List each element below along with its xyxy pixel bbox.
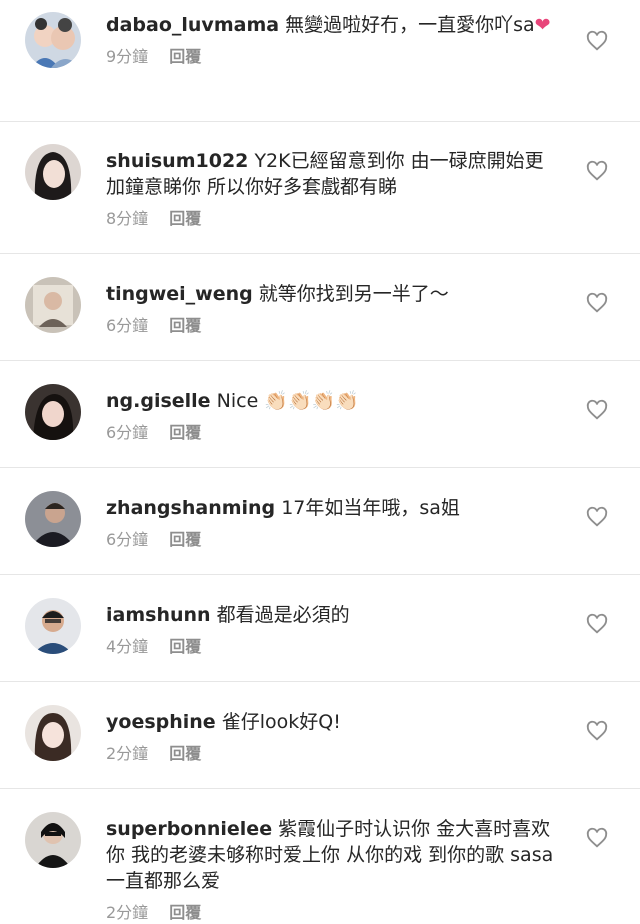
reply-button[interactable]: 回覆: [169, 47, 201, 66]
heart-outline-icon[interactable]: [586, 160, 608, 182]
comment-item: tingwei_weng 就等你找到另一半了～ 6分鐘 回覆: [0, 254, 640, 361]
comment-item: yoesphine 雀仔look好Q! 2分鐘 回覆: [0, 682, 640, 789]
avatar[interactable]: [25, 144, 81, 200]
comment-item: iamshunn 都看過是必須的 4分鐘 回覆: [0, 575, 640, 682]
comment-meta: 6分鐘 回覆: [106, 422, 562, 444]
heart-outline-icon[interactable]: [586, 720, 608, 742]
avatar[interactable]: [25, 491, 81, 547]
comment-time: 8分鐘: [106, 209, 149, 228]
comment-item: zhangshanming 17年如当年哦，sa姐 6分鐘 回覆: [0, 468, 640, 575]
comment-list: dabao_luvmama 無變過啦好冇，一直愛你吖sa❤ 9分鐘 回覆 shu…: [0, 0, 640, 922]
reply-button[interactable]: 回覆: [169, 423, 201, 442]
comment-meta: 4分鐘 回覆: [106, 636, 562, 658]
heart-emoji: ❤: [534, 14, 551, 36]
heart-outline-icon[interactable]: [586, 506, 608, 528]
comment-text: Nice 👏🏻👏🏻👏🏻👏🏻: [216, 390, 359, 412]
comment-username[interactable]: shuisum1022: [106, 150, 248, 172]
comment-body: ng.giselle Nice 👏🏻👏🏻👏🏻👏🏻 6分鐘 回覆: [106, 388, 562, 444]
comment-body: tingwei_weng 就等你找到另一半了～ 6分鐘 回覆: [106, 281, 562, 337]
comment-time: 6分鐘: [106, 316, 149, 335]
comment-item: dabao_luvmama 無變過啦好冇，一直愛你吖sa❤ 9分鐘 回覆: [0, 0, 640, 122]
avatar[interactable]: [25, 277, 81, 333]
comment-text: 就等你找到另一半了～: [258, 283, 449, 305]
comment-username[interactable]: ng.giselle: [106, 390, 211, 412]
comment-item: ng.giselle Nice 👏🏻👏🏻👏🏻👏🏻 6分鐘 回覆: [0, 361, 640, 468]
comment-time: 6分鐘: [106, 423, 149, 442]
comment-username[interactable]: superbonnielee: [106, 818, 272, 840]
comment-time: 4分鐘: [106, 637, 149, 656]
comment-item: shuisum1022 Y2K已經留意到你 由一碌庶開始更加鐘意睇你 所以你好多…: [0, 122, 640, 254]
comment-text: 雀仔look好Q!: [221, 711, 341, 733]
comment-time: 6分鐘: [106, 530, 149, 549]
comment-meta: 6分鐘 回覆: [106, 315, 562, 337]
comment-body: dabao_luvmama 無變過啦好冇，一直愛你吖sa❤ 9分鐘 回覆: [106, 12, 562, 68]
comment-body: zhangshanming 17年如当年哦，sa姐 6分鐘 回覆: [106, 495, 562, 551]
avatar[interactable]: [25, 384, 81, 440]
comment-meta: 9分鐘 回覆: [106, 46, 562, 68]
heart-outline-icon[interactable]: [586, 613, 608, 635]
comment-meta: 2分鐘 回覆: [106, 743, 562, 765]
comment-username[interactable]: yoesphine: [106, 711, 216, 733]
heart-outline-icon[interactable]: [586, 827, 608, 849]
avatar[interactable]: [25, 812, 81, 868]
reply-button[interactable]: 回覆: [169, 637, 201, 656]
reply-button[interactable]: 回覆: [169, 209, 201, 228]
avatar[interactable]: [25, 598, 81, 654]
comment-username[interactable]: dabao_luvmama: [106, 14, 279, 36]
reply-button[interactable]: 回覆: [169, 530, 201, 549]
comment-meta: 2分鐘 回覆: [106, 902, 562, 924]
avatar[interactable]: [25, 705, 81, 761]
comment-meta: 6分鐘 回覆: [106, 529, 562, 551]
reply-button[interactable]: 回覆: [169, 744, 201, 763]
comment-username[interactable]: iamshunn: [106, 604, 211, 626]
heart-outline-icon[interactable]: [586, 30, 608, 52]
comment-meta: 8分鐘 回覆: [106, 208, 562, 230]
comment-body: iamshunn 都看過是必須的 4分鐘 回覆: [106, 602, 562, 658]
comment-text: 無變過啦好冇，一直愛你吖sa: [285, 14, 535, 36]
comment-time: 9分鐘: [106, 47, 149, 66]
comment-body: yoesphine 雀仔look好Q! 2分鐘 回覆: [106, 709, 562, 765]
comment-body: shuisum1022 Y2K已經留意到你 由一碌庶開始更加鐘意睇你 所以你好多…: [106, 148, 562, 230]
reply-button[interactable]: 回覆: [169, 316, 201, 335]
comment-username[interactable]: tingwei_weng: [106, 283, 253, 305]
comment-time: 2分鐘: [106, 903, 149, 922]
comment-body: superbonnielee 紫霞仙子时认识你 金大喜时喜欢你 我的老婆未够称时…: [106, 816, 562, 924]
comment-username[interactable]: zhangshanming: [106, 497, 275, 519]
comment-time: 2分鐘: [106, 744, 149, 763]
comment-text: 17年如当年哦，sa姐: [281, 497, 460, 519]
reply-button[interactable]: 回覆: [169, 903, 201, 922]
comment-item: superbonnielee 紫霞仙子时认识你 金大喜时喜欢你 我的老婆未够称时…: [0, 789, 640, 922]
avatar[interactable]: [25, 12, 81, 68]
heart-outline-icon[interactable]: [586, 292, 608, 314]
comment-text: 都看過是必須的: [216, 604, 350, 626]
heart-outline-icon[interactable]: [586, 399, 608, 421]
